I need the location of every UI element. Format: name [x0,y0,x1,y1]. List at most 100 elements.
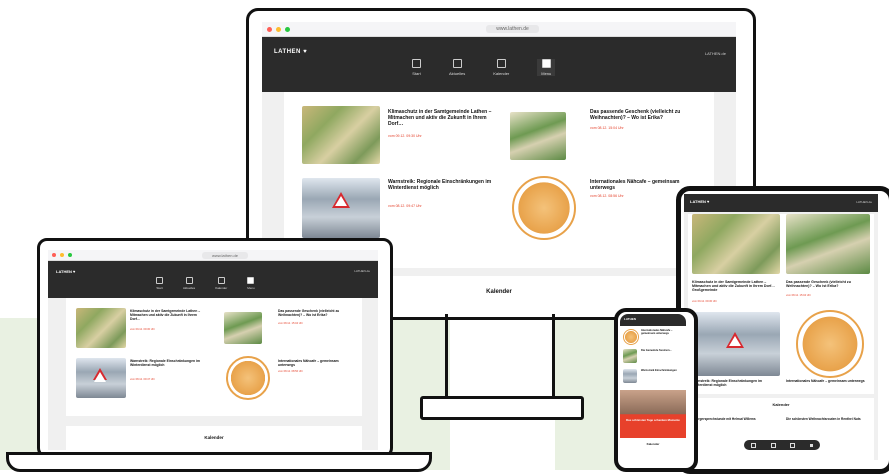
calendar-icon [217,277,225,284]
list-item[interactable]: Die Gemeinde Sustrum… [623,348,683,366]
calendar-icon [496,59,506,68]
article-area: Klimaschutz in der Samtgemeinde Lathen –… [48,298,378,450]
calendar-section-title: Kalender [66,426,362,450]
nav-kalender[interactable]: Kalender [215,277,227,290]
main-nav: Start Aktuelles Kalender Menu [156,277,255,290]
menu-icon [247,277,255,284]
minimize-dot-icon[interactable] [276,26,281,32]
article-title[interactable]: Klimaschutz in der Samtgemeinde Lathen –… [130,309,204,322]
nav-kalender[interactable]: Kalender [493,59,509,76]
article-image [623,349,637,363]
article-title[interactable]: Warnstreik: Regionale Einschränkungen im… [130,359,204,368]
main-nav: Start Aktuelles Kalender Menu [412,59,556,76]
home-icon[interactable] [751,442,757,448]
article-image[interactable] [692,312,780,376]
nav-menu[interactable]: Menu [247,277,255,290]
article-list: Klimaschutz in der Samtgemeinde Lathen –… [688,214,874,394]
menu-icon [541,59,551,68]
site-header: LATHEN ♥ LATHEN.de Start Aktuelles Kalen… [262,37,736,93]
url-bar[interactable]: www.lathen.de [486,25,539,33]
monitor-stand [445,314,555,398]
nav-aktuelles[interactable]: Aktuelles [449,59,465,76]
home-icon [412,59,421,68]
url-bar[interactable]: www.lathen.de [201,251,248,259]
menu-icon[interactable] [809,443,813,447]
tablet-screen: LATHEN ♥ LATHEN.de Klimaschutz in der Sa… [684,194,878,460]
article-title[interactable]: Das passende Geschenk (vielleicht zu Wei… [278,309,350,318]
site-logo[interactable]: LATHEN ♥ [56,269,75,274]
article-date: vom 09.12. 09:30 Uhr [388,134,422,138]
article-image[interactable] [510,112,566,160]
site-right-label[interactable]: LATHEN.de [705,51,726,56]
article-image[interactable] [302,106,380,164]
cafe-logo-image[interactable] [796,310,864,378]
monitor-base [420,396,584,420]
article-date: vom 08.12. 09:47 Uhr [388,204,422,208]
close-dot-icon[interactable] [52,253,56,257]
article-title[interactable]: Internationales Nähcafe – gemeinsam unte… [786,379,870,384]
article-image[interactable] [76,358,126,398]
article-date: vom 09.12. 09:30 Uhr [130,328,155,331]
article-image[interactable] [76,308,126,348]
promo-text: Das schönsten Tage schenken Momente [626,418,680,422]
nav-start[interactable]: Start [412,59,421,76]
site-logo[interactable]: LATHEN ♥ [274,49,307,55]
list-item[interactable]: Internationales Nähcafe – gemeinsam unte… [623,328,683,346]
article-image[interactable] [692,214,780,274]
site-logo[interactable]: LATHEN [624,317,636,321]
article-title[interactable]: Warnstreik: Regionale Einschränkungen im… [692,379,780,388]
event-title[interactable]: Die schönsten Weihnachtsrouten in Renthe… [786,417,868,422]
article-title[interactable]: Das passende Geschenk (vielleicht zu Wei… [590,109,694,122]
article-title[interactable]: Das passende Geschenk (vielleicht zu Wei… [786,280,870,288]
event-title[interactable]: Bürgersprechstunde mit Helmut Willems [694,417,776,422]
calendar-section-title: Kalender [646,442,660,446]
promo-banner[interactable]: Das schönsten Tage schenken Momente [620,390,686,438]
site-right-label[interactable]: LATHEN.de [856,200,872,204]
article-date: vom 08.12. 15:04 Uhr [590,126,624,130]
news-icon[interactable] [770,442,776,448]
article-date: vom 08.12. 08:56 Uhr [590,194,624,198]
site-right-label[interactable]: LATHEN.de [354,269,370,273]
list-item-title: Warnstreik Einschränkungen [641,369,677,372]
browser-toolbar: www.lathen.de [262,22,736,37]
article-title[interactable]: Klimaschutz in der Samtgemeinde Lathen –… [388,109,496,127]
cafe-logo-image [623,329,639,345]
article-list: Klimaschutz in der Samtgemeinde Lathen –… [66,298,362,416]
close-dot-icon[interactable] [267,26,272,32]
cafe-logo-image[interactable] [226,356,270,400]
phone-screen: LATHEN Internationales Nähcafe – gemeins… [620,314,686,460]
article-title[interactable]: Internationales Nähcafe – gemeinsam unte… [590,179,694,192]
heart-logo-icon: ♥ [303,49,308,55]
list-item-title: Die Gemeinde Sustrum… [641,349,673,352]
cafe-logo-image[interactable] [512,176,576,240]
warning-sign-icon [332,192,350,208]
article-date: vom 08.12. 15:04 Uhr [786,294,811,297]
floating-nav [744,440,820,450]
site-logo[interactable]: LATHEN ♥ [690,199,709,204]
laptop-screen: www.lathen.de LATHEN ♥ LATHEN.de Start A… [48,250,378,450]
article-title[interactable]: Internationales Nähcafe – gemeinsam unte… [278,359,350,368]
nav-menu[interactable]: Menu [537,59,556,76]
article-date: vom 08.12. 09:47 Uhr [130,378,155,381]
nav-aktuelles[interactable]: Aktuelles [183,277,195,290]
maximize-dot-icon[interactable] [68,253,72,257]
warning-sign-icon [93,368,107,382]
calendar-icon[interactable] [790,442,796,448]
news-icon [185,277,193,284]
article-title[interactable]: Warnstreik: Regionale Einschränkungen im… [388,179,492,192]
laptop-base [6,452,432,472]
warning-sign-icon [726,332,744,348]
news-icon [452,59,462,68]
article-image[interactable] [302,178,380,238]
maximize-dot-icon[interactable] [285,26,290,32]
article-date: vom 08.12. 15:04 Uhr [278,322,303,325]
list-item[interactable]: Warnstreik Einschränkungen [623,368,683,386]
minimize-dot-icon[interactable] [60,253,64,257]
article-image[interactable] [224,312,262,344]
article-image[interactable] [786,214,870,274]
site-header: LATHEN ♥ LATHEN.de Start Aktuelles Kalen… [48,261,378,299]
nav-start[interactable]: Start [156,277,163,290]
article-title[interactable]: Klimaschutz in der Samtgemeinde Lathen –… [692,280,780,292]
browser-toolbar: www.lathen.de [48,250,378,261]
calendar-section: Kalender Bürgersprechstunde mit Helmut W… [688,398,874,460]
